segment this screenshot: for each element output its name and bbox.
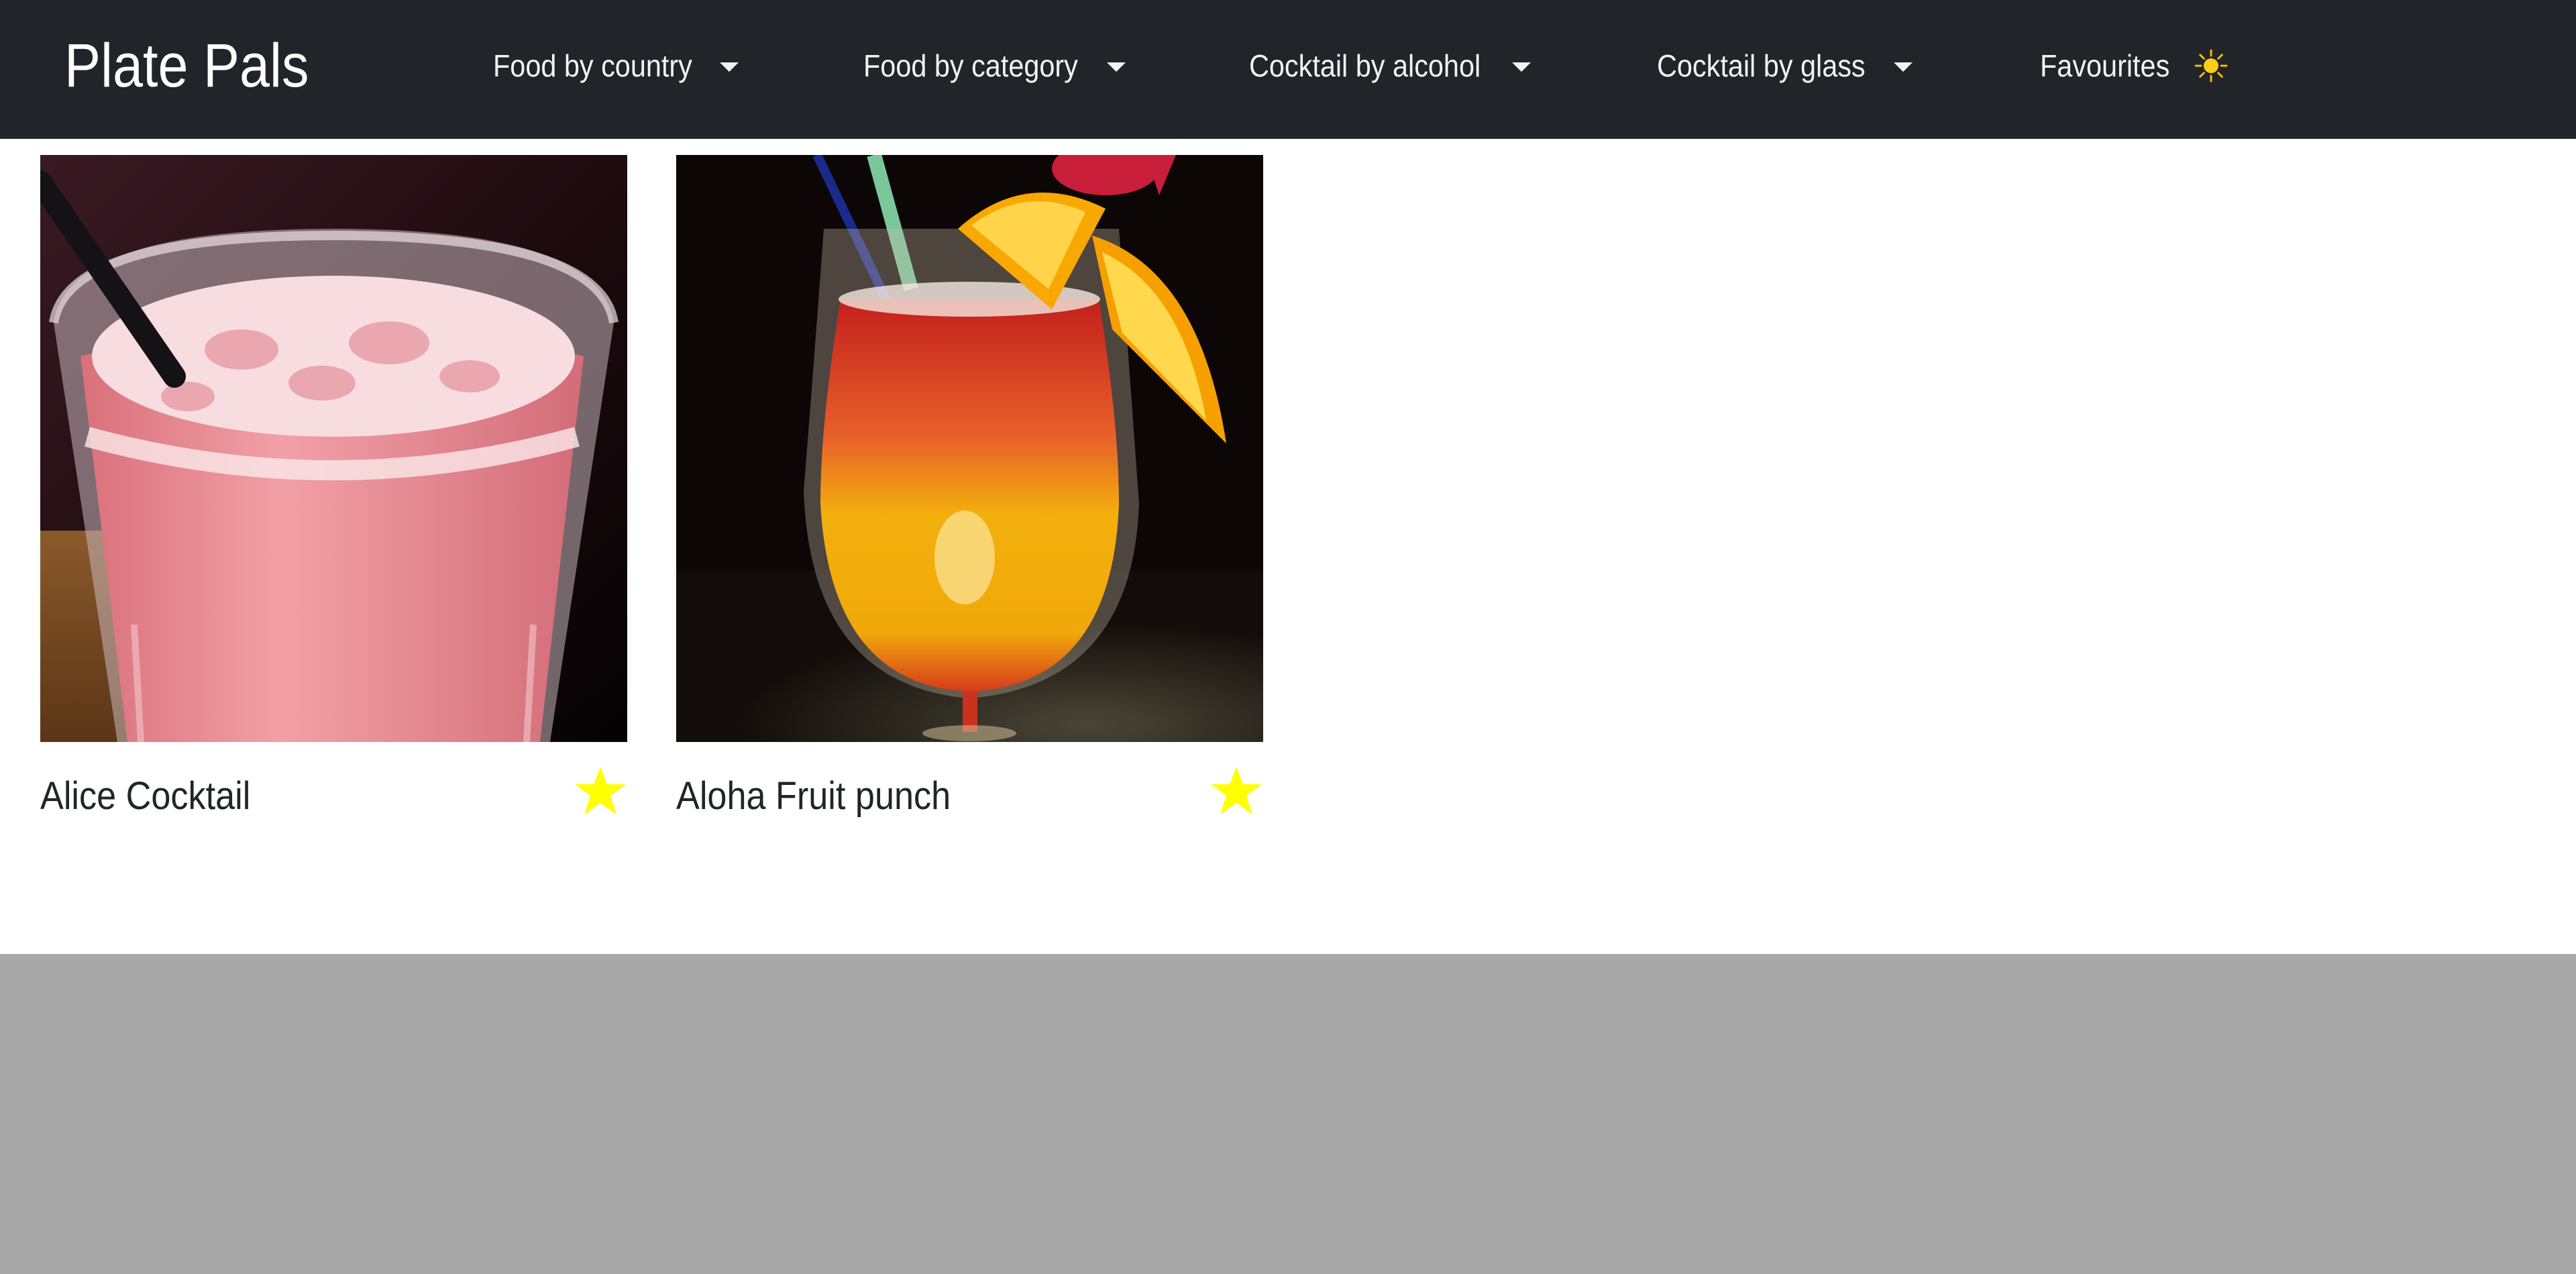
nav-food-by-country[interactable]: Food by country [493, 42, 739, 90]
pink-cocktail-photo[interactable] [40, 155, 627, 742]
cocktail-image [676, 155, 1263, 742]
chevron-down-icon [1511, 62, 1531, 72]
top-navbar: Plate Pals Food by country Food by categ… [0, 0, 2576, 139]
drink-card[interactable]: Aloha Fruit punch [676, 155, 1263, 818]
star-icon[interactable] [574, 764, 627, 818]
nav-label: Cocktail by glass [1657, 48, 1866, 83]
nav-food-by-category[interactable]: Food by category [863, 42, 1126, 90]
nav-cocktail-by-glass[interactable]: Cocktail by glass [1657, 42, 1913, 90]
footer [0, 954, 2576, 1274]
drink-card[interactable]: Alice Cocktail [40, 155, 627, 818]
brand-logo[interactable]: Plate Pals [64, 25, 309, 106]
nav-cocktail-by-alcohol[interactable]: Cocktail by alcohol [1249, 42, 1531, 90]
nav-label: Cocktail by alcohol [1249, 48, 1481, 83]
cocktail-image [40, 155, 627, 742]
nav-favourites[interactable]: Favourites [2040, 42, 2229, 90]
drink-title[interactable]: Alice Cocktail [40, 769, 250, 823]
chevron-down-icon [1894, 62, 1913, 72]
nav-label: Favourites [2040, 48, 2170, 83]
fruit-punch-photo[interactable] [676, 155, 1263, 742]
star-icon[interactable] [1210, 764, 1263, 818]
chevron-down-icon [1107, 62, 1126, 72]
drink-title[interactable]: Aloha Fruit punch [676, 769, 951, 823]
sun-icon [2194, 49, 2228, 83]
chevron-down-icon [719, 62, 739, 72]
nav-label: Food by category [863, 48, 1078, 83]
nav-label: Food by country [493, 48, 692, 83]
